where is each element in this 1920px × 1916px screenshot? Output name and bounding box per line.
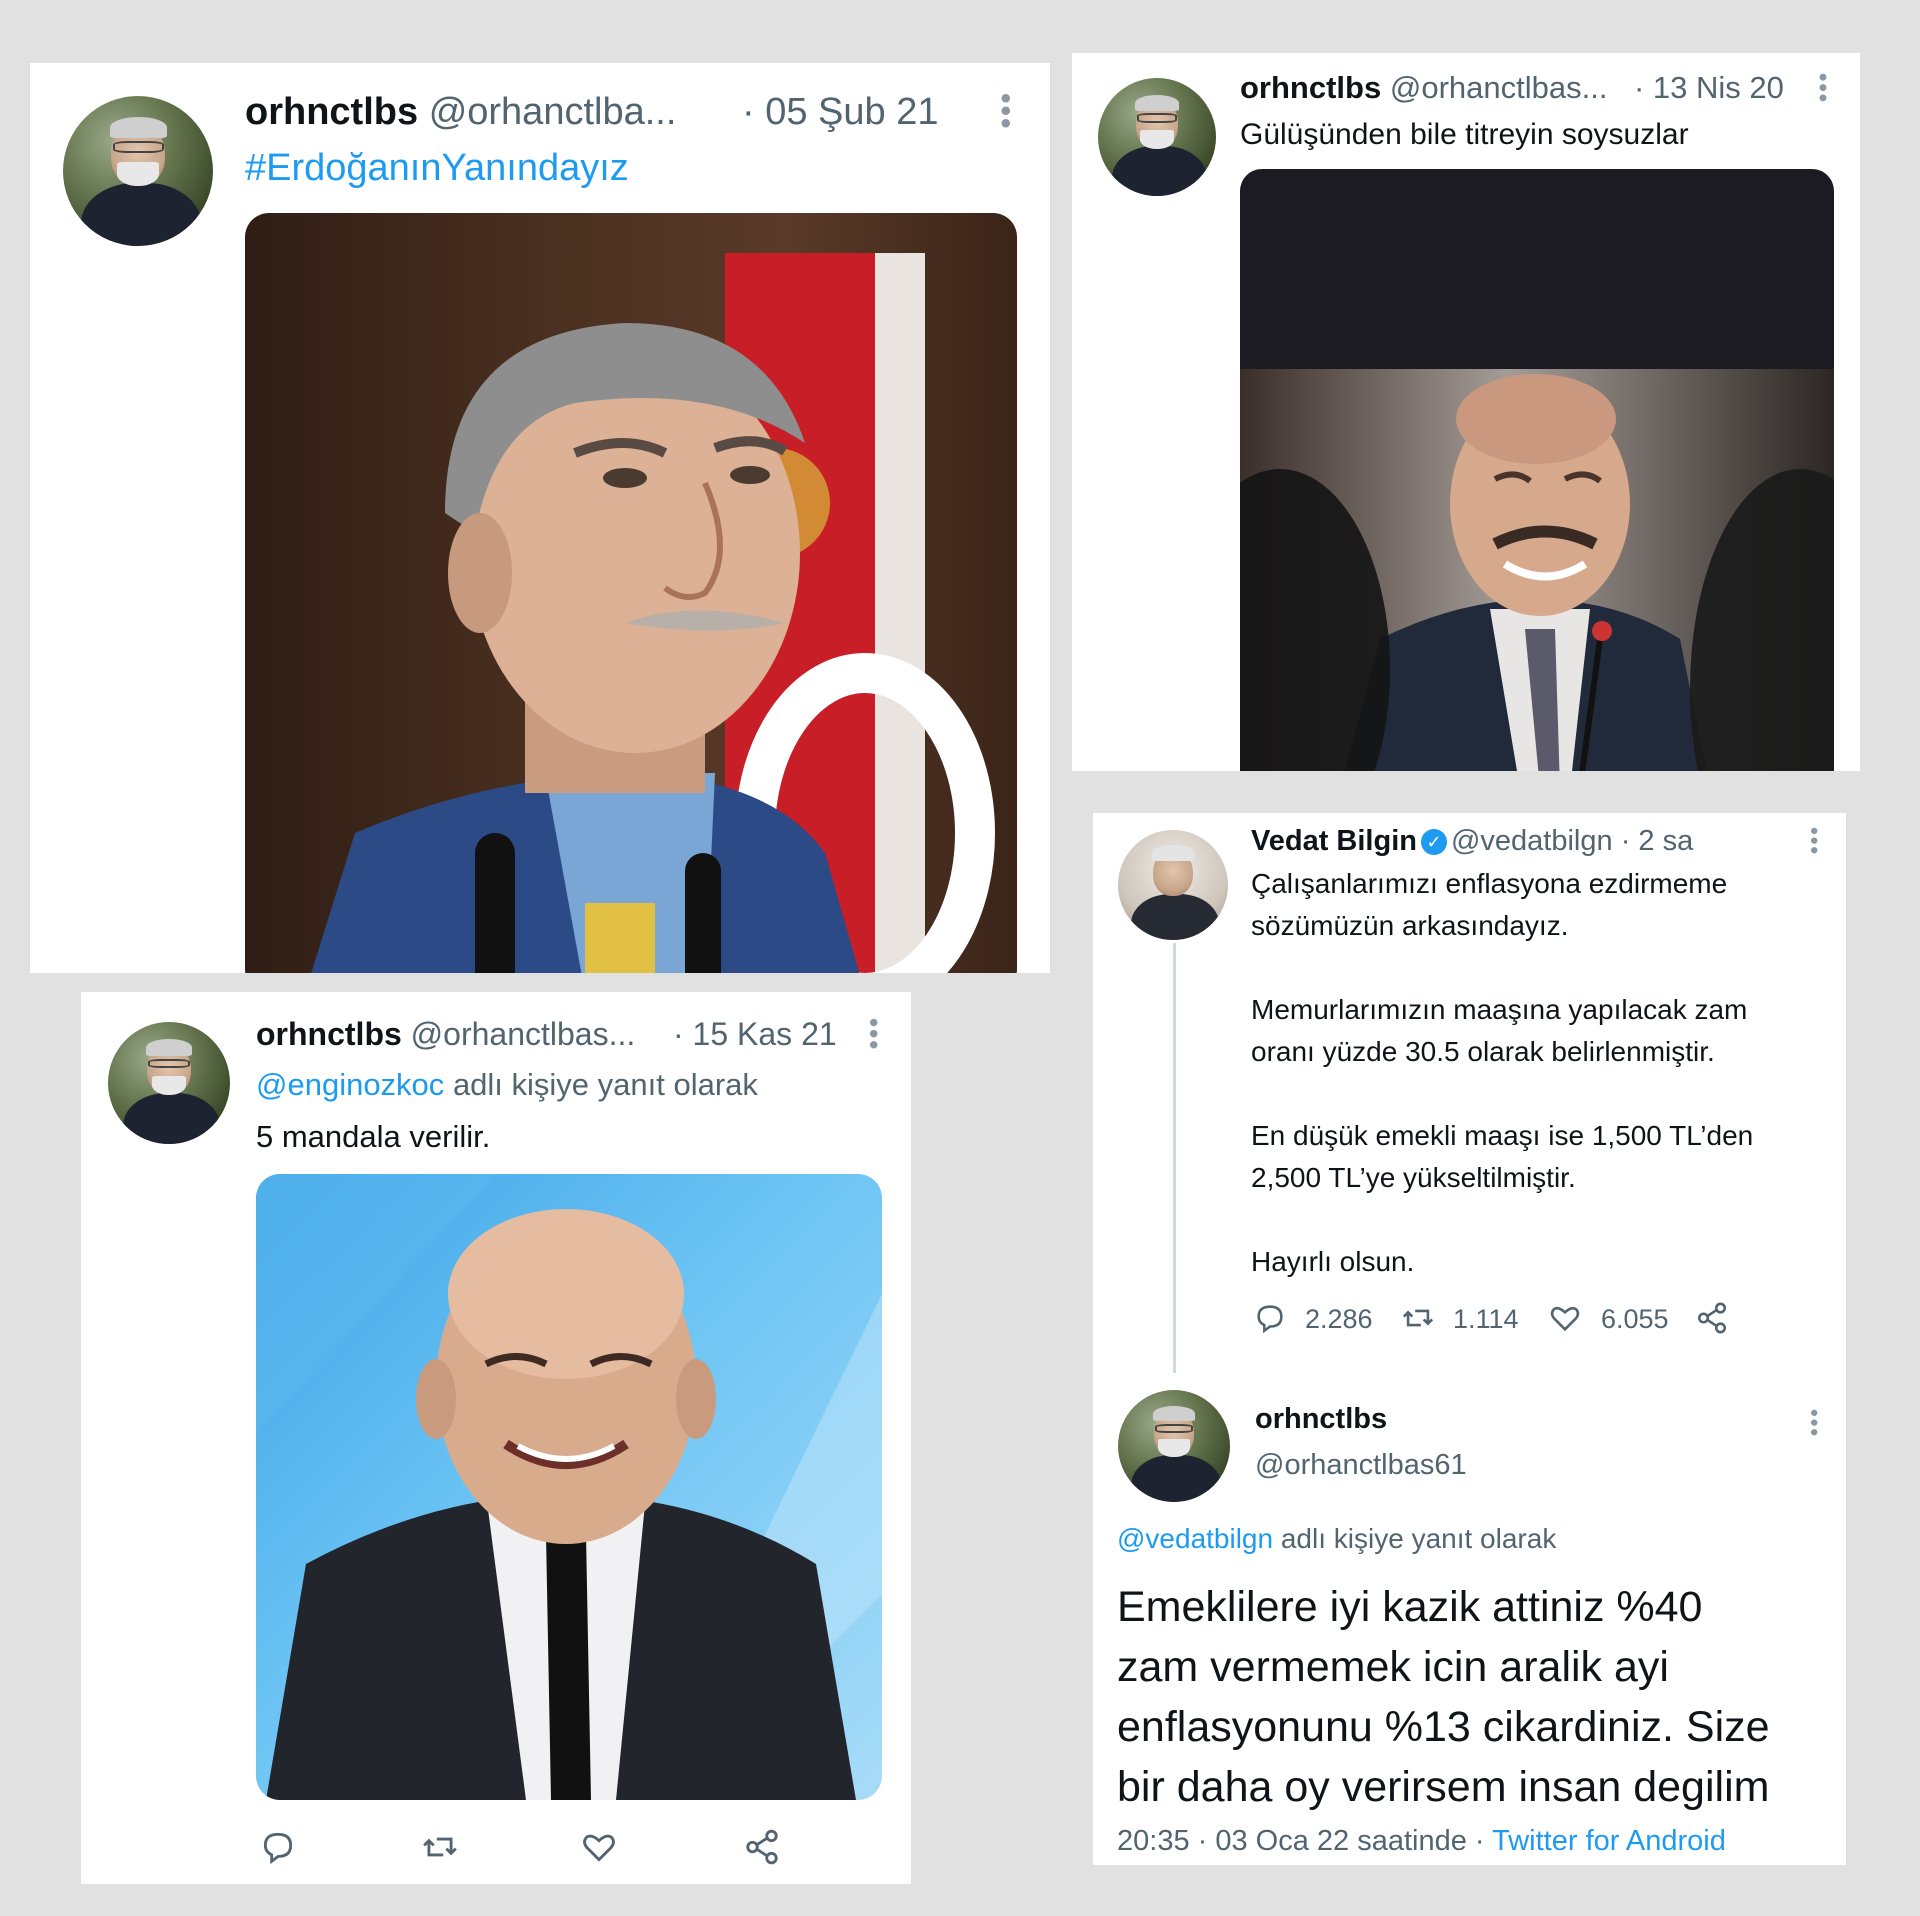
reply-source-link[interactable]: Twitter for Android <box>1492 1825 1726 1857</box>
original-tweet-line-7: Hayırlı olsun. <box>1251 1246 1415 1277</box>
more-options-icon[interactable]: ••• <box>859 1018 889 1051</box>
tweet-date[interactable]: · 13 Nis 20 <box>1634 67 1784 109</box>
tweet-date[interactable]: · 15 Kas 21 <box>673 1012 837 1056</box>
reply-icon[interactable] <box>259 1828 297 1866</box>
more-options-icon[interactable]: ••• <box>989 93 1022 131</box>
tweet-date[interactable]: · 05 Şub 21 <box>742 87 938 137</box>
original-tweet-line-4: oranı yüzde 30.5 olarak belirlenmiştir. <box>1251 1036 1715 1067</box>
author-handle[interactable]: @orhanctlba... <box>429 91 677 133</box>
original-tweet-line-1: Çalışanlarımızı enflasyona ezdirmeme <box>1251 868 1728 899</box>
original-tweet-line-6: 2,500 TL’ye yükseltilmiştir. <box>1251 1162 1576 1193</box>
more-options-icon[interactable]: ••• <box>1802 1409 1827 1438</box>
tweet-card-bilgin-thread[interactable]: Vedat Bilgin ✓ @vedatbilgn · 2 sa ••• Çalı… <box>1093 813 1846 1865</box>
tweet-photo-erdogan[interactable] <box>245 213 1017 973</box>
reply-author-name[interactable]: orhnctlbs <box>1255 1399 1387 1439</box>
more-options-icon[interactable]: ••• <box>1802 827 1827 856</box>
more-options-icon[interactable]: ••• <box>1809 73 1836 104</box>
share-icon[interactable] <box>743 1828 781 1866</box>
reply-count: 2.286 <box>1305 1304 1373 1334</box>
reply-text-line-4: bir daha oy verirsem insan degilim <box>1117 1763 1770 1811</box>
author-avatar[interactable] <box>1098 78 1216 196</box>
reply-to-handle[interactable]: @enginozkoc <box>256 1067 444 1102</box>
author-handle[interactable]: @orhanctlbas... <box>411 1016 636 1052</box>
reply-text-line-2: zam vermemek icin aralik ayi <box>1117 1643 1669 1691</box>
author-avatar[interactable] <box>63 96 213 246</box>
author-display-name[interactable]: orhnctlbs <box>245 91 418 133</box>
tweet-card-ozkoc[interactable]: orhnctlbs @orhanctlbas... · 15 Kas 21 ••… <box>81 992 911 1884</box>
original-tweet-line-3: Memurlarımızın maaşına yapılacak zam <box>1251 994 1748 1025</box>
reply-to-handle[interactable]: @vedatbilgn <box>1117 1523 1273 1554</box>
original-tweet-line-5: En düşük emekli maaşı ise 1,500 TL’den <box>1251 1120 1754 1151</box>
tweet-card-soylu[interactable]: orhnctlbs @orhanctlbas... · 13 Nis 20 ••… <box>1072 53 1860 771</box>
author-display-name[interactable]: orhnctlbs <box>256 1016 402 1052</box>
author-display-name[interactable]: orhnctlbs <box>1240 70 1381 105</box>
reply-text-line-1: Emeklilere iyi kazik attiniz %40 <box>1117 1583 1703 1631</box>
original-tweet-line-2: sözümüzün arkasındayız. <box>1251 910 1569 941</box>
reply-to-label: adlı kişiye yanıt olarak <box>452 1067 758 1102</box>
tweet-photo-soylu[interactable] <box>1240 169 1834 771</box>
share-icon[interactable] <box>1695 1301 1729 1335</box>
ozkoc-portrait-illustration <box>256 1174 882 1800</box>
original-author-name[interactable]: Vedat Bilgin <box>1251 825 1417 857</box>
vedat-bilgin-avatar[interactable] <box>1118 830 1228 940</box>
tweet-hashtag[interactable]: #ErdoğanınYanındayız <box>245 143 629 193</box>
retweet-icon[interactable] <box>419 1828 461 1866</box>
original-author-handle-time[interactable]: @vedatbilgn · 2 sa <box>1451 825 1693 857</box>
tweet-card-erdogan[interactable]: orhnctlbs @orhanctlba... · 05 Şub 21 •••… <box>30 63 1050 973</box>
soylu-portrait-illustration <box>1240 369 1834 771</box>
erdogan-portrait-illustration <box>311 253 995 973</box>
tweet-text: Gülüşünden bile titreyin soysuzlar <box>1240 118 1689 151</box>
tweet-photo-ozkoc[interactable] <box>256 1174 882 1800</box>
author-handle[interactable]: @orhanctlbas... <box>1390 70 1608 105</box>
author-avatar[interactable] <box>108 1022 230 1144</box>
reply-icon[interactable] <box>1253 1301 1287 1335</box>
tweet-text: 5 mandala verilir. <box>256 1119 491 1154</box>
verified-badge-icon: ✓ <box>1420 829 1447 855</box>
retweet-count: 1.114 <box>1453 1304 1519 1334</box>
retweet-icon[interactable] <box>1399 1301 1437 1335</box>
reply-text-line-3: enflasyonunu %13 cikardiniz. Size <box>1117 1703 1770 1751</box>
reply-author-avatar[interactable] <box>1118 1390 1230 1502</box>
reply-timestamp[interactable]: 20:35 · 03 Oca 22 saatinde · <box>1117 1825 1485 1857</box>
thread-connector-line <box>1173 943 1176 1373</box>
reply-author-handle[interactable]: @orhanctlbas61 <box>1255 1445 1467 1485</box>
reply-to-label: adlı kişiye yanıt olarak <box>1280 1523 1557 1554</box>
like-heart-icon[interactable] <box>1547 1301 1583 1335</box>
like-heart-icon[interactable] <box>579 1828 619 1866</box>
like-count: 6.055 <box>1601 1304 1669 1334</box>
